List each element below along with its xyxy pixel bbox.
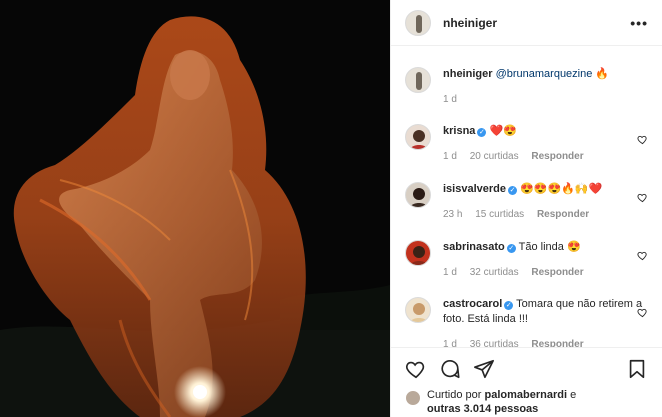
verified-badge-icon: ✓ (504, 301, 514, 310)
heart-outline-icon[interactable] (637, 192, 648, 203)
comment-username[interactable]: sabrinasato (443, 241, 505, 253)
caption-mention[interactable]: @brunamarquezine (496, 68, 593, 80)
comment-reply-button[interactable]: Responder (531, 267, 583, 278)
caption-time[interactable]: 1 d (443, 94, 457, 105)
comment-meta: 1 d 20 curtidas Responder (443, 149, 648, 164)
comment-meta: 1 d 32 curtidas Responder (443, 265, 648, 280)
share-send-icon[interactable] (473, 358, 495, 380)
comment-likes[interactable]: 15 curtidas (475, 209, 524, 220)
comment-username[interactable]: castrocarol (443, 298, 502, 310)
caption: nheiniger @brunamarquezine 🔥 1 d (405, 67, 648, 107)
avatar-image (406, 68, 430, 92)
commenter-avatar[interactable] (405, 182, 431, 208)
likes-text: Curtido por palomabernardi e outras 3.01… (427, 388, 576, 416)
avatar-image (406, 10, 430, 35)
instagram-post: nheiniger ••• nheiniger @brunamarquezine… (0, 0, 662, 417)
comment-bubble-icon[interactable] (439, 358, 461, 380)
avatar-image (406, 298, 430, 322)
likes-summary: Curtido por palomabernardi e outras 3.01… (405, 388, 648, 416)
comment-item: castrocarol ✓ Tomara que não retirem a fo… (405, 297, 648, 347)
comment-likes[interactable]: 32 curtidas (470, 267, 519, 278)
comment-meta: 23 h 15 curtidas Responder (443, 207, 648, 222)
comment-username[interactable]: isisvalverde (443, 183, 506, 195)
commenter-avatar[interactable] (405, 124, 431, 150)
comment-meta: 1 d 36 curtidas Responder (443, 337, 648, 347)
author-username[interactable]: nheiniger (443, 16, 497, 30)
comment-likes[interactable]: 36 curtidas (470, 339, 519, 347)
comment-emoji: 😍😍😍🔥🙌❤️ (520, 183, 603, 195)
caption-avatar[interactable] (405, 67, 431, 93)
comment-reply-button[interactable]: Responder (531, 339, 583, 347)
comment-time[interactable]: 1 d (443, 339, 457, 347)
liker-avatar[interactable] (405, 390, 421, 406)
liked-by-others[interactable]: outras 3.014 pessoas (427, 403, 538, 415)
comment-likes[interactable]: 20 curtidas (470, 151, 519, 162)
comment-emoji: 😍 (566, 241, 581, 253)
avatar-image (406, 241, 430, 265)
liked-by-user[interactable]: palomabernardi (484, 389, 567, 401)
commenter-avatar[interactable] (405, 240, 431, 266)
verified-badge-icon: ✓ (508, 186, 517, 195)
comment-emoji: ❤️😍 (489, 125, 517, 137)
heart-outline-icon[interactable] (637, 134, 648, 145)
comment-text: Tão linda (518, 241, 564, 253)
photo-artwork (0, 0, 390, 417)
heart-outline-icon[interactable] (637, 250, 648, 261)
liked-by-prefix: Curtido por (427, 389, 482, 401)
caption-meta: 1 d (443, 92, 648, 107)
verified-badge-icon: ✓ (477, 128, 487, 137)
comment-username[interactable]: krisna (443, 125, 475, 137)
comments-list: nheiniger @brunamarquezine 🔥 1 d krisna … (391, 47, 662, 347)
heart-outline-icon[interactable] (637, 307, 648, 318)
comment-reply-button[interactable]: Responder (531, 151, 583, 162)
more-horizontal-icon[interactable]: ••• (630, 15, 648, 31)
commenter-avatar[interactable] (405, 297, 431, 323)
action-icons-row (405, 358, 648, 380)
avatar-image (406, 125, 430, 149)
comment-item: isisvalverde ✓ 😍😍😍🔥🙌❤️ 23 h 15 curtidas R… (405, 182, 648, 222)
post-header: nheiniger ••• (391, 0, 662, 46)
post-actions: Curtido por palomabernardi e outras 3.01… (391, 347, 662, 417)
post-photo[interactable] (0, 0, 390, 417)
like-heart-icon[interactable] (405, 358, 427, 380)
author-avatar[interactable] (405, 9, 431, 36)
caption-username[interactable]: nheiniger (443, 68, 493, 80)
comment-reply-button[interactable]: Responder (537, 209, 589, 220)
comment-time[interactable]: 23 h (443, 209, 462, 220)
liked-by-mid: e (567, 389, 577, 401)
post-side-panel: nheiniger ••• nheiniger @brunamarquezine… (390, 0, 662, 417)
comment-item: krisna ✓ ❤️😍 1 d 20 curtidas Responder (405, 124, 648, 164)
save-bookmark-icon[interactable] (626, 358, 648, 380)
comment-time[interactable]: 1 d (443, 267, 457, 278)
avatar-image (406, 183, 430, 207)
verified-badge-icon: ✓ (506, 244, 516, 253)
caption-emoji: 🔥 (595, 68, 610, 80)
comment-time[interactable]: 1 d (443, 151, 457, 162)
comment-item: sabrinasato ✓ Tão linda 😍 1 d 32 curtidas… (405, 240, 648, 280)
